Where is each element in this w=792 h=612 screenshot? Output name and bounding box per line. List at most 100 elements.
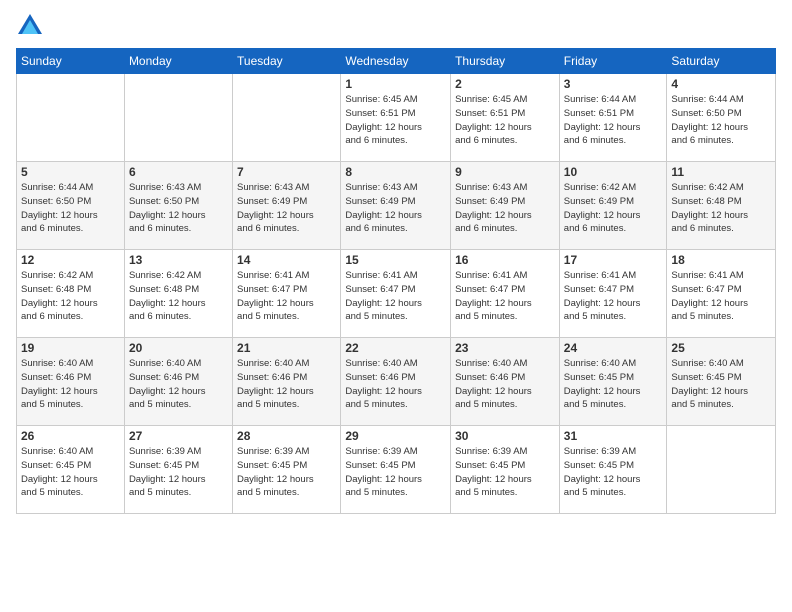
weekday-header-thursday: Thursday (451, 49, 560, 74)
day-number: 25 (671, 341, 771, 355)
day-cell: 30Sunrise: 6:39 AM Sunset: 6:45 PM Dayli… (451, 426, 560, 514)
day-info: Sunrise: 6:40 AM Sunset: 6:45 PM Dayligh… (21, 445, 120, 500)
day-number: 4 (671, 77, 771, 91)
day-number: 14 (237, 253, 336, 267)
day-cell: 13 Sunrise: 6:42 AM Sunset: 6:48 PM Dayli… (124, 250, 232, 338)
day-cell: 10 Sunrise: 6:42 AM Sunset: 6:49 PM Dayli… (559, 162, 667, 250)
day-info: Sunrise: 6:41 AM Sunset: 6:47 PM Dayligh… (345, 269, 446, 324)
day-info: Sunrise: 6:42 AM Sunset: 6:48 PM Dayligh… (671, 181, 771, 236)
day-info: Sunrise: 6:44 AM Sunset: 6:50 PM Dayligh… (671, 93, 771, 148)
day-number: 1 (345, 77, 446, 91)
day-cell: 5Sunrise: 6:44 AM Sunset: 6:50 PM Daylig… (17, 162, 125, 250)
day-number: 23 (455, 341, 555, 355)
day-number: 2 (455, 77, 555, 91)
weekday-header-sunday: Sunday (17, 49, 125, 74)
day-number: 27 (129, 429, 228, 443)
day-cell (124, 74, 232, 162)
day-cell: 12Sunrise: 6:42 AM Sunset: 6:48 PM Dayli… (17, 250, 125, 338)
day-info: Sunrise: 6:44 AM Sunset: 6:51 PM Dayligh… (564, 93, 663, 148)
day-cell: 14 Sunrise: 6:41 AM Sunset: 6:47 PM Dayli… (233, 250, 341, 338)
day-info: Sunrise: 6:44 AM Sunset: 6:50 PM Dayligh… (21, 181, 120, 236)
day-cell: 31 Sunrise: 6:39 AM Sunset: 6:45 PM Dayli… (559, 426, 667, 514)
day-number: 11 (671, 165, 771, 179)
logo-icon (16, 12, 44, 40)
day-cell: 23Sunrise: 6:40 AM Sunset: 6:46 PM Dayli… (451, 338, 560, 426)
day-cell: 26 Sunrise: 6:40 AM Sunset: 6:45 PM Dayli… (17, 426, 125, 514)
day-cell: 8 Sunrise: 6:43 AM Sunset: 6:49 PM Daylig… (341, 162, 451, 250)
day-cell: 20Sunrise: 6:40 AM Sunset: 6:46 PM Dayli… (124, 338, 232, 426)
weekday-header-monday: Monday (124, 49, 232, 74)
day-cell: 11 Sunrise: 6:42 AM Sunset: 6:48 PM Dayli… (667, 162, 776, 250)
day-info: Sunrise: 6:41 AM Sunset: 6:47 PM Dayligh… (455, 269, 555, 324)
day-cell (667, 426, 776, 514)
day-cell: 21 Sunrise: 6:40 AM Sunset: 6:46 PM Dayli… (233, 338, 341, 426)
day-info: Sunrise: 6:41 AM Sunset: 6:47 PM Dayligh… (237, 269, 336, 324)
day-number: 29 (345, 429, 446, 443)
day-info: Sunrise: 6:39 AM Sunset: 6:45 PM Dayligh… (129, 445, 228, 500)
day-info: Sunrise: 6:40 AM Sunset: 6:45 PM Dayligh… (671, 357, 771, 412)
day-number: 24 (564, 341, 663, 355)
weekday-row: SundayMondayTuesdayWednesdayThursdayFrid… (17, 49, 776, 74)
day-cell: 9 Sunrise: 6:43 AM Sunset: 6:49 PM Daylig… (451, 162, 560, 250)
day-number: 10 (564, 165, 663, 179)
day-cell: 4 Sunrise: 6:44 AM Sunset: 6:50 PM Daylig… (667, 74, 776, 162)
day-number: 18 (671, 253, 771, 267)
day-number: 30 (455, 429, 555, 443)
day-info: Sunrise: 6:39 AM Sunset: 6:45 PM Dayligh… (237, 445, 336, 500)
week-row-3: 12Sunrise: 6:42 AM Sunset: 6:48 PM Dayli… (17, 250, 776, 338)
header (16, 12, 776, 40)
day-cell: 22Sunrise: 6:40 AM Sunset: 6:46 PM Dayli… (341, 338, 451, 426)
week-row-2: 5Sunrise: 6:44 AM Sunset: 6:50 PM Daylig… (17, 162, 776, 250)
day-info: Sunrise: 6:42 AM Sunset: 6:48 PM Dayligh… (129, 269, 228, 324)
day-number: 13 (129, 253, 228, 267)
day-number: 16 (455, 253, 555, 267)
day-cell: 17 Sunrise: 6:41 AM Sunset: 6:47 PM Dayli… (559, 250, 667, 338)
day-cell: 7Sunrise: 6:43 AM Sunset: 6:49 PM Daylig… (233, 162, 341, 250)
day-number: 9 (455, 165, 555, 179)
day-number: 15 (345, 253, 446, 267)
day-cell: 18 Sunrise: 6:41 AM Sunset: 6:47 PM Dayli… (667, 250, 776, 338)
day-cell: 29 Sunrise: 6:39 AM Sunset: 6:45 PM Dayli… (341, 426, 451, 514)
day-cell: 3 Sunrise: 6:44 AM Sunset: 6:51 PM Daylig… (559, 74, 667, 162)
day-number: 17 (564, 253, 663, 267)
day-info: Sunrise: 6:41 AM Sunset: 6:47 PM Dayligh… (671, 269, 771, 324)
day-number: 3 (564, 77, 663, 91)
day-number: 22 (345, 341, 446, 355)
weekday-header-saturday: Saturday (667, 49, 776, 74)
day-number: 26 (21, 429, 120, 443)
day-info: Sunrise: 6:43 AM Sunset: 6:49 PM Dayligh… (455, 181, 555, 236)
day-info: Sunrise: 6:39 AM Sunset: 6:45 PM Dayligh… (564, 445, 663, 500)
week-row-4: 19 Sunrise: 6:40 AM Sunset: 6:46 PM Dayli… (17, 338, 776, 426)
day-cell: 2 Sunrise: 6:45 AM Sunset: 6:51 PM Daylig… (451, 74, 560, 162)
day-info: Sunrise: 6:41 AM Sunset: 6:47 PM Dayligh… (564, 269, 663, 324)
day-cell: 15 Sunrise: 6:41 AM Sunset: 6:47 PM Dayli… (341, 250, 451, 338)
weekday-header-wednesday: Wednesday (341, 49, 451, 74)
weekday-header-tuesday: Tuesday (233, 49, 341, 74)
day-cell: 28Sunrise: 6:39 AM Sunset: 6:45 PM Dayli… (233, 426, 341, 514)
day-cell: 25 Sunrise: 6:40 AM Sunset: 6:45 PM Dayli… (667, 338, 776, 426)
day-info: Sunrise: 6:42 AM Sunset: 6:49 PM Dayligh… (564, 181, 663, 236)
day-info: Sunrise: 6:43 AM Sunset: 6:50 PM Dayligh… (129, 181, 228, 236)
calendar: SundayMondayTuesdayWednesdayThursdayFrid… (16, 48, 776, 514)
day-number: 19 (21, 341, 120, 355)
day-number: 6 (129, 165, 228, 179)
day-number: 31 (564, 429, 663, 443)
page: SundayMondayTuesdayWednesdayThursdayFrid… (0, 0, 792, 612)
day-cell: 16 Sunrise: 6:41 AM Sunset: 6:47 PM Dayli… (451, 250, 560, 338)
day-cell (233, 74, 341, 162)
day-info: Sunrise: 6:43 AM Sunset: 6:49 PM Dayligh… (237, 181, 336, 236)
day-info: Sunrise: 6:39 AM Sunset: 6:45 PM Dayligh… (345, 445, 446, 500)
day-info: Sunrise: 6:45 AM Sunset: 6:51 PM Dayligh… (455, 93, 555, 148)
week-row-1: 1 Sunrise: 6:45 AM Sunset: 6:51 PM Daylig… (17, 74, 776, 162)
day-number: 21 (237, 341, 336, 355)
day-info: Sunrise: 6:40 AM Sunset: 6:46 PM Dayligh… (237, 357, 336, 412)
week-row-5: 26 Sunrise: 6:40 AM Sunset: 6:45 PM Dayli… (17, 426, 776, 514)
weekday-header-friday: Friday (559, 49, 667, 74)
day-cell: 24Sunrise: 6:40 AM Sunset: 6:45 PM Dayli… (559, 338, 667, 426)
day-number: 8 (345, 165, 446, 179)
logo (16, 12, 48, 40)
day-cell (17, 74, 125, 162)
day-cell: 19Sunrise: 6:40 AM Sunset: 6:46 PM Dayli… (17, 338, 125, 426)
day-info: Sunrise: 6:43 AM Sunset: 6:49 PM Dayligh… (345, 181, 446, 236)
day-cell: 6 Sunrise: 6:43 AM Sunset: 6:50 PM Daylig… (124, 162, 232, 250)
